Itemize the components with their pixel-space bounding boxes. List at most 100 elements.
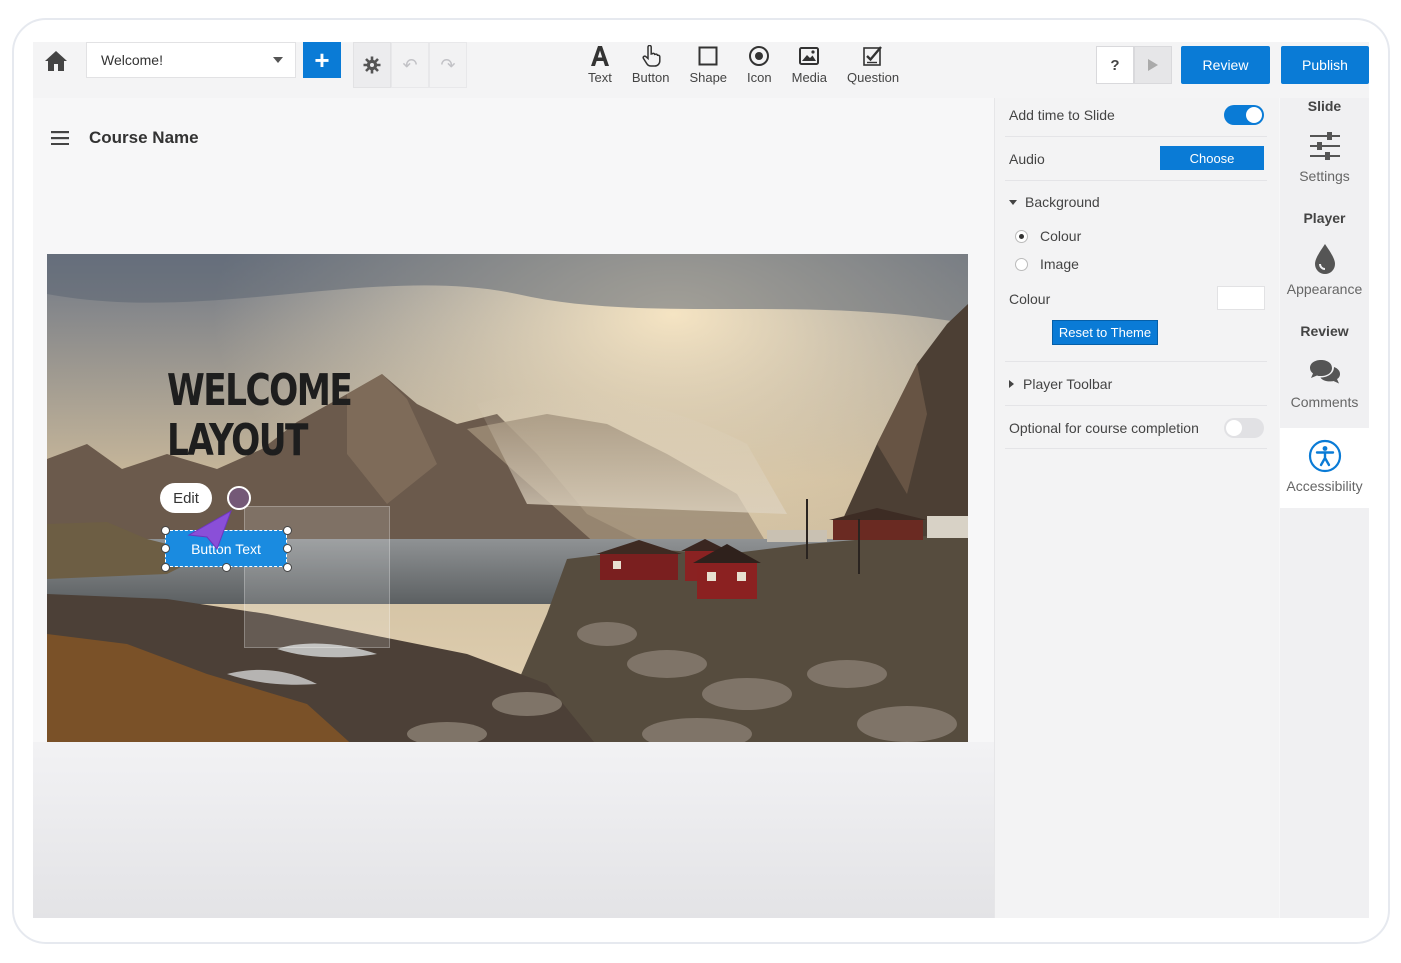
insert-tools: Text Button Shape Icon Media Question [588, 42, 919, 92]
sidebar-heading-review: Review [1300, 323, 1349, 339]
checklist-icon [863, 46, 882, 66]
rotate-handle[interactable] [227, 486, 251, 510]
insert-question-label: Question [847, 70, 900, 85]
gear-icon [363, 56, 381, 74]
bg-image-option[interactable]: Image [1015, 253, 1271, 275]
background-label: Background [1025, 194, 1100, 210]
resize-handle-top-right[interactable] [283, 526, 292, 535]
insert-media-label: Media [791, 70, 828, 85]
insert-media-tool[interactable]: Media [792, 42, 827, 92]
optional-completion-label: Optional for course completion [1009, 420, 1199, 436]
insert-text-tool[interactable]: Text [588, 42, 612, 92]
insert-shape-tool[interactable]: Shape [689, 42, 727, 92]
sliders-icon [1309, 132, 1340, 160]
colour-label: Colour [1009, 291, 1051, 307]
audio-label: Audio [1009, 151, 1045, 167]
insert-icon-tool[interactable]: Icon [747, 42, 772, 92]
properties-panel: Add time to Slide Audio Choose Backgroun… [994, 98, 1279, 918]
add-time-toggle[interactable] [1224, 105, 1264, 125]
slide-heading-line-2: LAYOUT [167, 415, 308, 466]
redo-icon: ↷ [440, 54, 456, 75]
resize-handle-bottom-left[interactable] [161, 563, 170, 572]
sidebar-item-comments-label: Comments [1290, 394, 1359, 410]
triangle-down-icon [1009, 199, 1017, 205]
text-icon [590, 46, 609, 66]
sidebar-item-appearance[interactable]: Appearance [1280, 241, 1369, 297]
divider [1005, 448, 1267, 449]
radio-image[interactable] [1015, 257, 1028, 271]
sidebar-item-settings-label: Settings [1299, 168, 1350, 184]
play-icon [1148, 59, 1158, 71]
sidebar-item-accessibility-label: Accessibility [1286, 478, 1363, 494]
sidebar-item-appearance-label: Appearance [1286, 281, 1363, 297]
resize-handle-middle-right[interactable] [283, 544, 292, 553]
sidebar-heading-slide: Slide [1307, 98, 1342, 114]
insert-button-tool[interactable]: Button [631, 42, 670, 92]
insert-question-tool[interactable]: Question [847, 42, 899, 92]
sidebar-item-comments[interactable]: Comments [1280, 354, 1369, 410]
slide-select-value: Welcome! [101, 52, 163, 68]
redo-button[interactable]: ↷ [429, 42, 467, 88]
resize-handle-bottom-middle[interactable] [222, 563, 231, 572]
undo-icon: ↶ [402, 54, 418, 75]
droplet-icon [1314, 244, 1335, 274]
insert-button-label: Button [631, 70, 670, 85]
sidebar-item-settings[interactable]: Settings [1280, 128, 1369, 184]
slide-select-dropdown[interactable]: Welcome! [86, 42, 296, 78]
plus-icon: + [314, 44, 330, 75]
radio-colour[interactable] [1015, 229, 1028, 243]
hand-pointer-icon [642, 45, 661, 67]
triangle-right-icon [1009, 380, 1014, 388]
top-toolbar: Welcome! + ↶ ↷ Text Button Shape Icon Me… [33, 42, 1369, 98]
slide-settings-button[interactable] [353, 42, 391, 88]
question-mark-icon: ? [1110, 56, 1120, 74]
bg-colour-option-label: Colour [1040, 228, 1082, 244]
sidebar-item-accessibility[interactable]: Accessibility [1280, 428, 1369, 508]
mouse-cursor-icon [187, 509, 232, 550]
bg-image-option-label: Image [1040, 256, 1079, 272]
add-time-label: Add time to Slide [1009, 107, 1115, 123]
home-button[interactable] [41, 46, 71, 76]
preview-play-button[interactable] [1134, 46, 1172, 84]
resize-handle-top-left[interactable] [161, 526, 170, 535]
divider [1005, 136, 1267, 137]
divider [1005, 180, 1267, 181]
accessibility-icon [1308, 439, 1341, 473]
reset-to-theme-button[interactable]: Reset to Theme [1052, 320, 1158, 345]
right-sidebar: Slide Settings Player Appearance Review [1280, 98, 1369, 918]
drag-ghost-outline [244, 506, 390, 648]
slide-heading-line-1: WELCOME [167, 365, 353, 416]
image-icon [799, 47, 820, 65]
square-icon [698, 46, 718, 66]
divider [1005, 405, 1267, 406]
course-header: Course Name [51, 128, 199, 148]
sidebar-heading-player: Player [1303, 210, 1346, 226]
colour-swatch[interactable] [1217, 286, 1265, 310]
audio-choose-button[interactable]: Choose [1160, 146, 1264, 170]
slide-canvas[interactable]: WELCOME LAYOUT Edit Button Text [47, 254, 968, 758]
canvas-workspace [33, 742, 994, 918]
course-name: Course Name [89, 128, 199, 147]
help-button[interactable]: ? [1096, 46, 1134, 84]
slide-heading[interactable]: WELCOME LAYOUT [167, 365, 353, 466]
insert-shape-label: Shape [689, 70, 728, 85]
resize-handle-middle-left[interactable] [161, 544, 170, 553]
insert-text-label: Text [588, 70, 612, 85]
background-section-toggle[interactable]: Background [1009, 191, 1265, 213]
optional-completion-toggle[interactable] [1224, 418, 1264, 438]
player-toolbar-label: Player Toolbar [1023, 376, 1113, 392]
target-icon [749, 46, 770, 66]
caret-down-icon [273, 57, 283, 63]
undo-button[interactable]: ↶ [391, 42, 429, 88]
publish-button[interactable]: Publish [1281, 46, 1369, 84]
player-toolbar-section-toggle[interactable]: Player Toolbar [1009, 373, 1265, 395]
hamburger-menu-icon[interactable] [51, 131, 69, 145]
course-editor: Welcome! + ↶ ↷ Text Button Shape Icon Me… [33, 42, 1369, 918]
review-button[interactable]: Review [1181, 46, 1270, 84]
add-slide-button[interactable]: + [303, 42, 341, 78]
comments-icon [1309, 360, 1340, 384]
bg-colour-option[interactable]: Colour [1015, 225, 1271, 247]
home-icon [45, 51, 67, 71]
resize-handle-bottom-right[interactable] [283, 563, 292, 572]
insert-icon-label: Icon [747, 70, 772, 85]
